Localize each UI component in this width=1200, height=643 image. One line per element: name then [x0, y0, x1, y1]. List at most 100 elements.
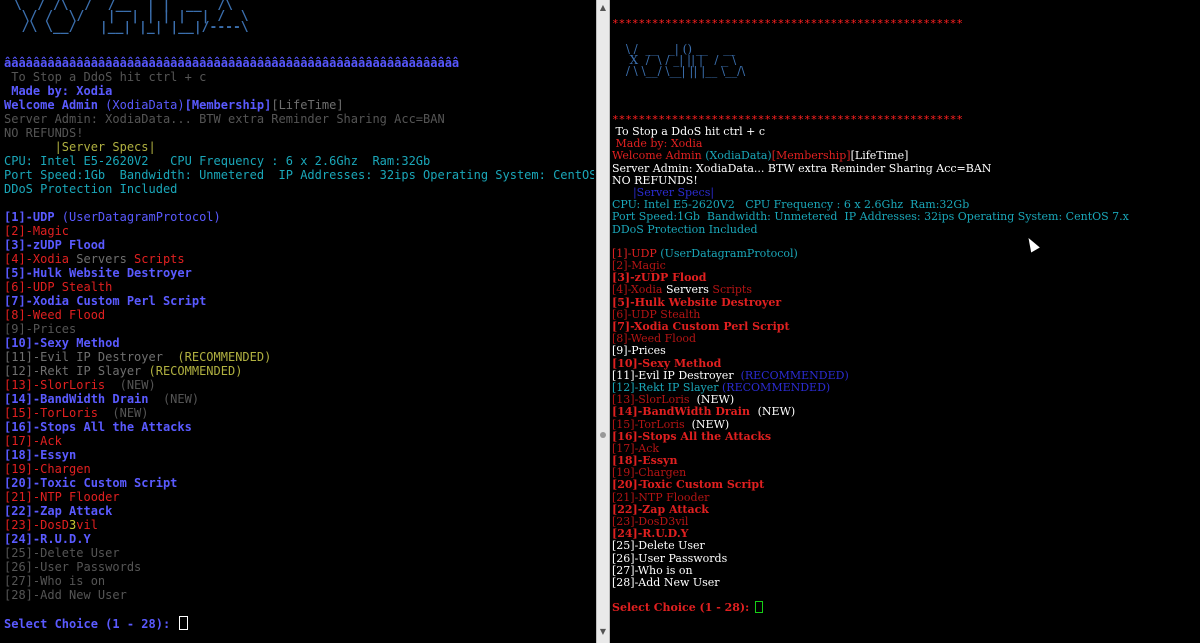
menu-item-word: Servers	[665, 284, 713, 297]
menu-item-2: [2]-Magic	[4, 224, 70, 238]
menu-item-27: [27]-Who is on	[612, 564, 693, 577]
menu-item-word: Scripts	[712, 284, 753, 297]
menu-item-28: [28]-Add New User	[4, 588, 127, 602]
menu-item-label: [12]-Rekt IP Slayer	[4, 364, 149, 378]
recommended-tag: (RECOMMENDED)	[740, 369, 849, 382]
port-line: Port Speed:1Gb Bandwidth: Unmetered IP A…	[4, 168, 594, 182]
menu-item-22: [22]-Zap Attack	[4, 504, 113, 518]
menu-item-24: [24]-R.U.D.Y	[612, 528, 689, 541]
ddos-protection-line: DDoS Protection Included	[4, 182, 178, 196]
menu-item-18: [18]-Essyn	[612, 455, 678, 468]
select-choice-prompt[interactable]: Select Choice (1 - 28):	[4, 616, 594, 630]
menu-item-label: [1]-UDP	[612, 247, 661, 260]
welcome-membership: [Membership]	[771, 150, 851, 163]
menu-item-1: [1]-UDP (UserDatagramProtocol)	[612, 248, 1197, 260]
menu-item-23: [23]-DosD3vil	[4, 518, 594, 532]
menu-item-11: [11]-Evil IP Destroyer (RECOMMENDED)	[612, 370, 1197, 382]
star-border-bottom: ****************************************…	[612, 113, 963, 126]
menu-item-19: [19]-Chargen	[612, 467, 687, 480]
scroll-up-icon[interactable]: ▲	[599, 4, 607, 12]
scroll-down-icon[interactable]: ▼	[599, 628, 607, 636]
menu-item-6: [6]-UDP Stealth	[4, 280, 113, 294]
menu-item-26: [26]-User Passwords	[612, 552, 728, 565]
welcome-user: (XodiaData)	[105, 98, 185, 112]
new-tag: (NEW)	[119, 378, 156, 392]
welcome-membership: [Membership]	[184, 98, 272, 112]
pane-scrollbar[interactable]: ▲ ▼	[596, 0, 610, 643]
menu-item-word: Servers	[76, 252, 135, 266]
menu-item-17: [17]-Ack	[612, 442, 660, 455]
new-tag: (NEW)	[112, 406, 149, 420]
menu-item-label: [11]-Evil IP Destroyer	[612, 369, 741, 382]
menu-item-12: [12]-Rekt IP Slayer (RECOMMENDED)	[4, 364, 594, 378]
menu-item-label: [15]-TorLoris	[4, 406, 113, 420]
menu-item-9: [9]-Prices	[612, 345, 666, 358]
new-tag: (NEW)	[691, 418, 730, 431]
menu-item-13: [13]-SlorLoris (NEW)	[612, 394, 1197, 406]
recommended-tag: (RECOMMENDED)	[148, 364, 243, 378]
menu-item-11: [11]-Evil IP Destroyer (RECOMMENDED)	[4, 350, 594, 364]
menu-item-note: (UserDatagramProtocol)	[61, 210, 221, 224]
welcome-text: Welcome Admin	[612, 150, 706, 163]
left-terminal-output: ââââââââââââââââââââââââââââââââââââââââ…	[4, 56, 594, 630]
prompt-text: Select Choice (1 - 28):	[612, 601, 754, 614]
menu-item-9: [9]-Prices	[4, 322, 77, 336]
menu-item-10: [10]-Sexy Method	[612, 357, 722, 370]
menu-item-8: [8]-Weed Flood	[612, 333, 697, 346]
menu-item-10: [10]-Sexy Method	[4, 336, 120, 350]
menu-item-label: [4]-Xodia	[4, 252, 77, 266]
menu-item-5: [5]-Hulk Website Destroyer	[612, 296, 782, 309]
text-cursor[interactable]	[179, 616, 189, 630]
menu-item-8: [8]-Weed Flood	[4, 308, 106, 322]
menu-item-label: [23]-DosD	[4, 518, 70, 532]
menu-item-2: [2]-Magic	[612, 260, 666, 273]
select-choice-prompt[interactable]: Select Choice (1 - 28):	[612, 601, 1197, 614]
menu-item-4: [4]-Xodia Servers Scripts	[4, 252, 594, 266]
menu-item-23: [23]-DosD3vil	[612, 516, 689, 528]
menu-item-17: [17]-Ack	[4, 434, 62, 448]
menu-item-word: Scripts	[134, 252, 185, 266]
no-refunds-line: NO REFUNDS!	[612, 174, 698, 187]
new-tag: (NEW)	[757, 406, 796, 419]
menu-item-1: [1]-UDP (UserDatagramProtocol)	[4, 210, 594, 224]
welcome-line: Welcome Admin (XodiaData)[Membership][Li…	[612, 150, 1197, 162]
menu-item-3: [3]-zUDP Flood	[612, 272, 707, 285]
xodia-ascii-logo: \ / __ _| () __ __ X / \ / _| || | / _ \…	[625, 42, 746, 78]
text-cursor[interactable]	[755, 601, 764, 614]
menu-item-16: [16]-Stops All the Attacks	[612, 430, 772, 443]
menu-item-20: [20]-Toxic Custom Script	[4, 476, 178, 490]
menu-item-24: [24]-R.U.D.Y	[4, 532, 91, 546]
menu-item-15: [15]-TorLoris (NEW)	[612, 419, 1197, 431]
right-terminal-pane[interactable]: ****************************************…	[610, 0, 1200, 643]
welcome-line: Welcome Admin (XodiaData)[Membership][Li…	[4, 98, 594, 112]
made-by-line: Made by: Xodia	[612, 138, 703, 151]
stop-instruction: To Stop a DdoS hit ctrl + c	[4, 70, 207, 84]
new-tag: (NEW)	[162, 392, 200, 406]
menu-item-word: vil	[76, 518, 98, 532]
left-terminal-pane[interactable]: \ / /\ / /__ | | __ /\ \/ / \/ | | | | |…	[0, 0, 596, 643]
menu-item-15: [15]-TorLoris (NEW)	[4, 406, 594, 420]
menu-item-7: [7]-Xodia Custom Perl Script	[4, 294, 207, 308]
menu-item-note: (UserDatagramProtocol)	[660, 247, 798, 260]
menu-item-label: [12]-Rekt IP Slayer	[612, 381, 723, 394]
xodia-ascii-logo: \ / /\ / /__ | | __ /\ \/ / \/ | | | | |…	[13, 0, 249, 35]
menu-item-27: [27]-Who is on	[4, 574, 106, 588]
menu-item-label: [14]-BandWidth Drain	[612, 406, 758, 419]
menu-item-3: [3]-zUDP Flood	[4, 238, 106, 252]
menu-item-14: [14]-BandWidth Drain (NEW)	[4, 392, 594, 406]
stop-instruction: To Stop a DdoS hit ctrl + c	[612, 126, 766, 138]
menu-item-21: [21]-NTP Flooder	[4, 490, 120, 504]
menu-item-12: [12]-Rekt IP Slayer (RECOMMENDED)	[612, 382, 1197, 394]
menu-item-label: [4]-Xodia	[612, 284, 666, 297]
menu-item-22: [22]-Zap Attack	[612, 503, 709, 516]
welcome-user: (XodiaData)	[705, 150, 772, 163]
menu-item-18: [18]-Essyn	[4, 448, 77, 462]
server-admin-line: Server Admin: XodiaData... BTW extra Rem…	[4, 112, 445, 126]
menu-item-4: [4]-Xodia Servers Scripts	[612, 284, 1197, 296]
port-line: Port Speed:1Gb Bandwidth: Unmetered IP A…	[612, 211, 1129, 224]
welcome-lifetime: [LifeTime]	[850, 150, 909, 163]
menu-item-25: [25]-Delete User	[612, 540, 705, 553]
scroll-thumb[interactable]	[600, 432, 606, 438]
menu-item-19: [19]-Chargen	[4, 462, 91, 476]
